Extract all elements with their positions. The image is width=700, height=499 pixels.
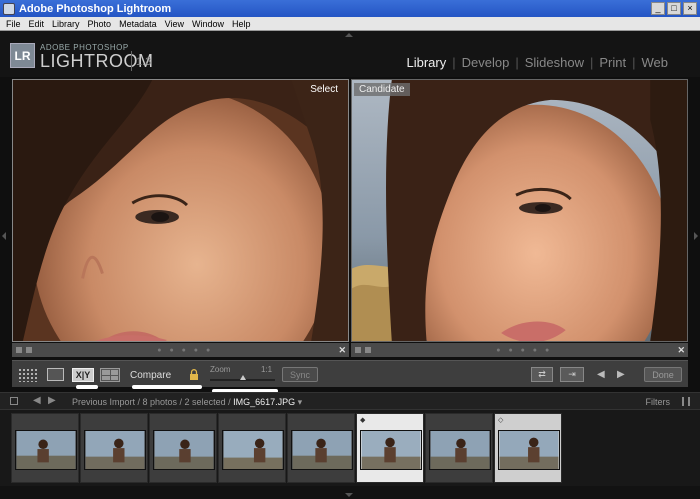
module-picker: Library | Develop | Slideshow | Print | …	[400, 55, 674, 70]
thumbnail-image	[291, 430, 353, 470]
source-path-text: Previous Import / 8 photos / 2 selected …	[72, 397, 234, 407]
compare-view-button[interactable]: X|Y	[72, 368, 94, 382]
minimize-icon[interactable]: _	[651, 2, 665, 15]
select-photo-pane[interactable]: Select	[12, 79, 349, 342]
make-select-icon[interactable]: ⇥	[560, 367, 584, 382]
zoom-value: 1:1	[261, 365, 273, 374]
filmstrip-thumbnail[interactable]	[149, 413, 217, 483]
zoom-label: Zoom	[210, 365, 231, 374]
swap-icon[interactable]: ⇄	[531, 367, 553, 382]
chevron-down-icon[interactable]: ▾	[298, 397, 303, 407]
left-panel-toggle-icon[interactable]	[2, 232, 6, 240]
filmstrip-thumbnail[interactable]	[218, 413, 286, 483]
thumbnail-image	[84, 430, 146, 470]
module-library[interactable]: Library	[400, 55, 452, 70]
close-icon[interactable]: ✕	[338, 345, 346, 356]
thumbnail-image	[222, 430, 284, 470]
thumbnail-image	[429, 430, 491, 470]
thumbnail-image	[153, 430, 215, 470]
secondary-window-icon[interactable]	[10, 397, 18, 405]
maximize-icon[interactable]: □	[667, 2, 681, 15]
menu-library[interactable]: Library	[48, 19, 84, 29]
rating-stars[interactable]: ● ● ● ● ●	[157, 347, 213, 354]
filmstrip-thumbnail[interactable]	[11, 413, 79, 483]
primary-select-marker: ◆	[360, 417, 366, 424]
filmstrip-header: ◀ ▶ Previous Import / 8 photos / 2 selec…	[0, 392, 700, 410]
menu-view[interactable]: View	[161, 19, 188, 29]
filmstrip-thumbnail-selected[interactable]: ◇	[494, 413, 562, 483]
loupe-view-icon[interactable]	[47, 368, 64, 381]
menu-window[interactable]: Window	[188, 19, 228, 29]
thumbnail-image	[15, 430, 77, 470]
menu-file[interactable]: File	[2, 19, 25, 29]
back-arrow-icon[interactable]: ◀	[33, 395, 41, 406]
reject-flag-icon[interactable]	[365, 347, 371, 353]
candidate-label: Candidate	[354, 83, 410, 96]
filmstrip-thumbnail[interactable]	[80, 413, 148, 483]
current-file-name: IMG_6617.JPG	[233, 397, 296, 407]
previous-arrow-icon[interactable]: ◀	[597, 369, 605, 380]
bottom-panel-toggle-icon[interactable]	[345, 493, 353, 497]
select-photo	[13, 80, 348, 341]
brand-version: 1.3	[136, 56, 152, 68]
identity-plate: LR ADOBE PHOTOSHOP LIGHTROOM 1.3 Library…	[0, 31, 700, 77]
filmstrip-thumbnail[interactable]	[425, 413, 493, 483]
candidate-marker: ◇	[498, 417, 504, 424]
thumbnail-image	[360, 430, 422, 470]
select-pane-info-strip: ● ● ● ● ● ✕	[12, 343, 349, 357]
filter-switch-icon[interactable]	[682, 397, 690, 406]
window-title-bar: Adobe Photoshop Lightroom _ □ ×	[0, 0, 700, 17]
compare-label: Compare	[130, 370, 172, 381]
app-icon	[3, 2, 15, 15]
sync-button[interactable]: Sync	[282, 367, 318, 382]
filmstrip-thumbnail[interactable]	[287, 413, 355, 483]
filmstrip-thumbnail-selected[interactable]: ◆	[356, 413, 424, 483]
filters-label[interactable]: Filters	[646, 397, 671, 407]
lock-icon[interactable]	[189, 369, 199, 380]
grid-view-icon[interactable]	[18, 368, 38, 382]
lightroom-logo: LR	[10, 43, 35, 68]
menu-photo[interactable]: Photo	[84, 19, 116, 29]
candidate-photo-pane[interactable]: Candidate	[351, 79, 688, 342]
module-web[interactable]: Web	[636, 55, 675, 70]
reject-flag-icon[interactable]	[26, 347, 32, 353]
candidate-pane-info-strip: ● ● ● ● ● ✕	[351, 343, 688, 357]
window-title: Adobe Photoshop Lightroom	[19, 2, 172, 15]
candidate-photo	[352, 80, 687, 341]
highlight-underline	[132, 385, 202, 389]
thumbnail-image	[498, 430, 560, 470]
window-controls: _ □ ×	[651, 2, 700, 15]
menu-metadata[interactable]: Metadata	[115, 19, 161, 29]
close-icon[interactable]: ×	[683, 2, 697, 15]
rating-stars[interactable]: ● ● ● ● ●	[496, 347, 552, 354]
select-label: Select	[310, 84, 338, 95]
survey-view-icon[interactable]	[100, 368, 120, 382]
next-arrow-icon[interactable]: ▶	[617, 369, 625, 380]
menu-edit[interactable]: Edit	[25, 19, 49, 29]
zoom-slider[interactable]	[210, 375, 275, 381]
done-button[interactable]: Done	[644, 367, 682, 382]
module-slideshow[interactable]: Slideshow	[519, 55, 590, 70]
toolbar: X|Y Compare Zoom 1:1 Sync ⇄ ⇥ ◀ ▶ Done	[12, 360, 688, 387]
highlight-underline	[76, 385, 98, 389]
close-icon[interactable]: ✕	[677, 345, 685, 356]
forward-arrow-icon[interactable]: ▶	[48, 395, 56, 406]
filmstrip-source-path[interactable]: Previous Import / 8 photos / 2 selected …	[72, 397, 302, 408]
zoom-slider-handle[interactable]	[240, 375, 246, 380]
flag-icon[interactable]	[16, 347, 22, 353]
module-print[interactable]: Print	[593, 55, 632, 70]
brand-separator	[131, 51, 132, 71]
module-develop[interactable]: Develop	[456, 55, 516, 70]
menu-help[interactable]: Help	[228, 19, 255, 29]
filmstrip: ◆ ◇	[0, 410, 700, 486]
flag-icon[interactable]	[355, 347, 361, 353]
top-panel-toggle-icon[interactable]	[345, 33, 353, 37]
right-panel-toggle-icon[interactable]	[694, 232, 698, 240]
menu-bar: File Edit Library Photo Metadata View Wi…	[0, 17, 700, 31]
